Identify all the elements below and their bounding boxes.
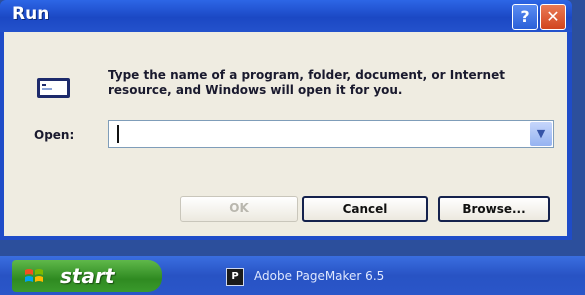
text-caret [117, 125, 119, 143]
open-combobox[interactable]: ▼ [108, 120, 554, 148]
ok-button[interactable]: OK [180, 196, 298, 222]
taskbar-item-label: Adobe PageMaker 6.5 [254, 269, 385, 283]
chevron-down-icon[interactable]: ▼ [530, 122, 552, 146]
browse-button[interactable]: Browse... [438, 196, 550, 222]
title-bar[interactable]: Run ? ✕ [0, 0, 572, 32]
help-button[interactable]: ? [512, 4, 538, 30]
desktop: Run ? ✕ Type the name of a program, fold… [0, 0, 585, 295]
cancel-button[interactable]: Cancel [302, 196, 428, 222]
windows-flag-icon [25, 269, 43, 282]
start-button[interactable]: start [12, 260, 162, 292]
open-label: Open: [34, 128, 75, 142]
pagemaker-icon: P [226, 268, 244, 286]
dialog-body: Type the name of a program, folder, docu… [4, 32, 567, 236]
run-dialog: Run ? ✕ Type the name of a program, fold… [0, 0, 572, 240]
close-button[interactable]: ✕ [540, 4, 566, 30]
open-input[interactable] [111, 123, 537, 145]
dialog-description: Type the name of a program, folder, docu… [108, 68, 505, 97]
window-title: Run [12, 4, 50, 24]
taskbar: start P Adobe PageMaker 6.5 [0, 256, 585, 295]
start-label: start [60, 264, 115, 288]
taskbar-item-pagemaker[interactable]: P Adobe PageMaker 6.5 [208, 264, 448, 288]
run-icon [37, 78, 70, 98]
